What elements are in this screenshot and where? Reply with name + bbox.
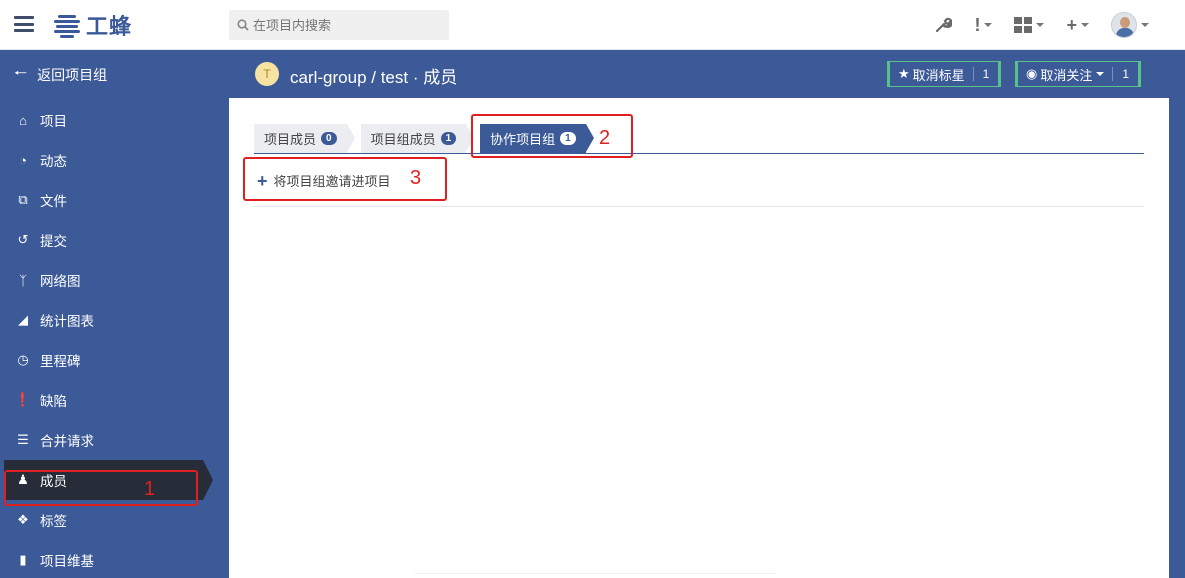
sidebar-item-wiki[interactable]: ▮ 项目维基	[0, 540, 229, 578]
divider	[254, 206, 1144, 207]
chevron-down-icon	[1141, 23, 1149, 27]
files-icon: ⧉	[18, 192, 28, 207]
chevron-down-icon	[1096, 72, 1105, 76]
home-icon: ⌂	[19, 112, 27, 128]
issues-dropdown[interactable]: !	[974, 14, 993, 36]
sidebar-item-activity[interactable]: ◔ 动态	[0, 140, 229, 180]
search-input[interactable]	[253, 17, 433, 33]
top-navbar: 工蜂 ! +	[0, 0, 1185, 50]
merge-request-icon: ☰	[17, 432, 29, 447]
sidebar-item-label: 统计图表	[40, 314, 94, 329]
grid-icon	[1014, 17, 1033, 33]
project-avatar: T	[255, 62, 279, 86]
back-label: 返回项目组	[37, 67, 108, 83]
sidebar-item-issues[interactable]: ❗ 缺陷	[0, 380, 229, 420]
sidebar-item-label: 网络图	[40, 274, 81, 289]
chevron-down-icon	[1081, 23, 1089, 27]
sidebar-item-label: 提交	[40, 234, 67, 249]
plus-icon: +	[1066, 14, 1077, 35]
create-dropdown[interactable]: +	[1066, 15, 1089, 36]
unstar-button[interactable]: ★ 取消标星 1	[887, 61, 1002, 87]
sidebar-item-files[interactable]: ⧉ 文件	[0, 180, 229, 220]
area-chart-icon: ◢	[18, 312, 28, 327]
logo-text: 工蜂	[86, 14, 133, 39]
chevron-down-icon	[984, 23, 993, 27]
tab-project-members[interactable]: 项目成员 0	[254, 124, 355, 153]
tab-label: 项目组成员	[370, 132, 436, 147]
sidebar-item-milestones[interactable]: ◷ 里程碑	[0, 340, 229, 380]
dashboard-icon: ◔	[19, 152, 27, 168]
search-icon	[237, 19, 249, 31]
annotation-number-1: 1	[144, 478, 156, 500]
page-title: carl-group / test · 成员	[290, 68, 458, 87]
logo[interactable]: 工蜂	[54, 10, 132, 40]
exclamation-icon: ❗	[14, 392, 32, 407]
tab-label: 项目成员	[264, 132, 317, 147]
sidebar-item-network[interactable]: ᛉ 网络图	[0, 260, 229, 300]
eye-icon: ◉	[1026, 66, 1038, 81]
avatar	[1111, 12, 1137, 38]
project-header: T carl-group / test · 成员 ★ 取消标星 1 ◉ 取消关注 1	[229, 50, 1185, 98]
sidebar-item-label: 动态	[40, 154, 67, 169]
unwatch-label: 取消关注	[1040, 67, 1093, 83]
sidebar-item-label: 项目维基	[40, 554, 94, 569]
user-menu[interactable]	[1111, 12, 1149, 38]
tags-icon: ❖	[17, 512, 29, 527]
divider	[415, 573, 775, 574]
admin-wrench-icon[interactable]	[934, 16, 953, 34]
sidebar-item-label: 缺陷	[40, 394, 67, 409]
watch-count: 1	[1112, 67, 1138, 81]
history-icon: ↺	[17, 232, 29, 247]
unstar-label: 取消标星	[912, 67, 965, 83]
unwatch-button[interactable]: ◉ 取消关注 1	[1015, 61, 1142, 87]
exclamation-icon: !	[974, 14, 981, 35]
sidebar-item-tags[interactable]: ❖ 标签	[0, 500, 229, 540]
back-to-group-link[interactable]: 🠐 返回项目组	[0, 50, 229, 100]
annotation-number-2: 2	[599, 127, 611, 149]
book-icon: ▮	[19, 552, 27, 567]
sidebar-item-merge-requests[interactable]: ☰ 合并请求	[0, 420, 229, 460]
right-margin	[1169, 98, 1185, 578]
count-badge: 1	[440, 132, 457, 145]
hamburger-menu-icon[interactable]	[14, 16, 34, 32]
star-count: 1	[972, 67, 999, 81]
sidebar-item-project[interactable]: ⌂ 项目	[0, 100, 229, 140]
sidebar-item-commits[interactable]: ↺ 提交	[0, 220, 229, 260]
sidebar-item-label: 标签	[40, 514, 67, 529]
sidebar-item-label: 文件	[40, 194, 67, 209]
arrow-left-icon: 🠐	[14, 64, 28, 82]
count-badge: 0	[321, 132, 337, 145]
star-icon: ★	[898, 66, 910, 81]
sidebar-item-label: 项目	[40, 114, 67, 129]
clock-icon: ◷	[17, 352, 29, 367]
sidebar-item-label: 合并请求	[40, 434, 94, 449]
search-box[interactable]	[229, 10, 449, 40]
bee-logo-icon	[54, 12, 80, 38]
members-tabs: 项目成员 0 项目组成员 1 协作项目组 1	[254, 124, 1144, 154]
annotation-box-1	[4, 470, 198, 506]
sidebar-item-label: 里程碑	[40, 354, 81, 369]
apps-dropdown[interactable]	[1014, 17, 1045, 33]
tab-group-members[interactable]: 项目组成员 1	[360, 124, 474, 153]
sidebar-item-graphs[interactable]: ◢ 统计图表	[0, 300, 229, 340]
annotation-number-3: 3	[410, 167, 422, 189]
chevron-down-icon	[1036, 23, 1045, 27]
branch-icon: ᛉ	[19, 272, 27, 288]
